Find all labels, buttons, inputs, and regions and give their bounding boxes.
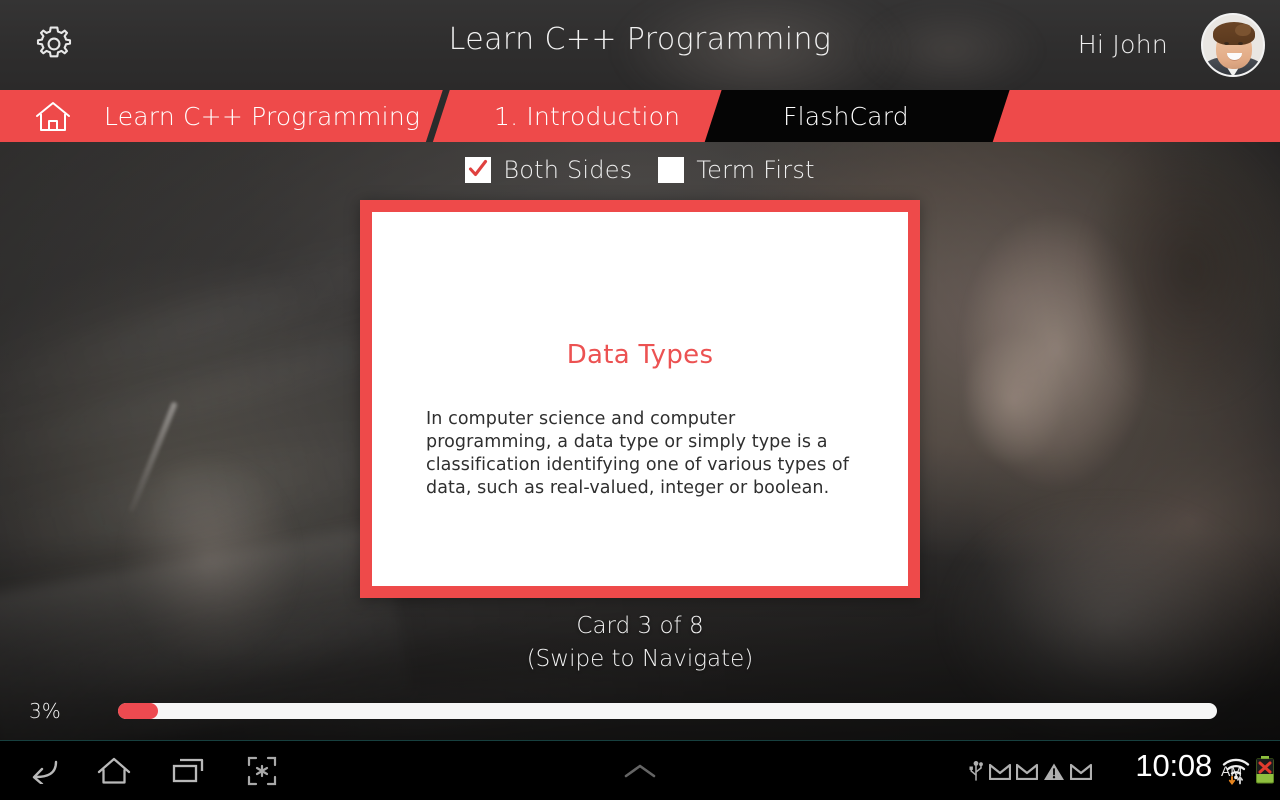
avatar[interactable] — [1201, 13, 1265, 77]
avatar-eye — [1224, 42, 1229, 45]
avatar-hair — [1213, 22, 1255, 45]
check-icon — [469, 159, 488, 177]
app-header: Learn C++ Programming Hi John — [0, 0, 1280, 90]
screenshot-icon — [247, 756, 277, 786]
option-term-first[interactable]: Term First — [658, 156, 814, 184]
android-navigation-bar: 10:08 AM — [0, 740, 1280, 800]
screenshot-button[interactable] — [234, 751, 290, 791]
status-right-icons — [1221, 755, 1276, 785]
breadcrumb: Learn C++ Programming 1. Introduction Fl… — [0, 90, 1280, 142]
recent-apps-button[interactable] — [160, 751, 216, 791]
flashcard-term: Data Types — [566, 340, 714, 370]
progress-bar-fill — [118, 703, 158, 719]
breadcrumb-home-button[interactable] — [30, 99, 76, 135]
gmail-icon — [1070, 763, 1092, 780]
flashcard[interactable]: Data Types In computer science and compu… — [360, 200, 920, 598]
flashcard-definition: In computer science and computer program… — [426, 409, 849, 498]
status-notification-icons — [968, 757, 1092, 785]
progress-percent-label: 3% — [29, 699, 61, 723]
wifi-icon — [1222, 758, 1250, 785]
option-label-term-first: Term First — [696, 156, 815, 184]
gmail-icon — [989, 763, 1011, 780]
card-counter: Card 3 of 8 — [576, 613, 704, 639]
flashcard-inner: Data Types In computer science and compu… — [372, 212, 908, 586]
app-root: Learn C++ Programming Hi John Learn C++ … — [0, 0, 1280, 800]
gmail-icon — [1016, 763, 1038, 780]
checkbox-term-first[interactable] — [658, 157, 685, 183]
expand-handle[interactable] — [612, 757, 668, 785]
recents-icon — [172, 758, 204, 783]
breadcrumb-separator — [423, 90, 452, 142]
avatar-eye — [1238, 42, 1243, 45]
breadcrumb-item-flashcard: FlashCard — [783, 101, 909, 131]
chevron-up-icon — [624, 764, 656, 778]
back-button[interactable] — [14, 751, 70, 791]
status-clock: 10:08 — [1135, 748, 1212, 783]
breadcrumb-item-course[interactable]: Learn C++ Programming — [104, 90, 420, 142]
usb-icon — [969, 761, 983, 781]
user-greeting: Hi John — [1077, 30, 1168, 59]
breadcrumb-item-chapter[interactable]: 1. Introduction — [494, 90, 680, 142]
progress-bar[interactable] — [118, 703, 1217, 719]
checkbox-both-sides[interactable] — [465, 157, 492, 183]
flashcard-navigation-hint: Card 3 of 8 (Swipe to Navigate) — [0, 610, 1280, 676]
course-progress: 3% — [0, 692, 1280, 732]
option-both-sides[interactable]: Both Sides — [465, 156, 632, 184]
home-icon — [36, 102, 70, 131]
back-icon — [32, 760, 58, 784]
warning-icon — [1044, 763, 1064, 780]
battery-error-icon — [1256, 756, 1274, 784]
home-icon — [97, 757, 131, 784]
swipe-hint: (Swipe to Navigate) — [526, 646, 754, 672]
home-button[interactable] — [86, 751, 142, 791]
flashcard-mode-options: Both Sides Term First — [0, 156, 1280, 184]
option-label-both-sides: Both Sides — [503, 156, 633, 184]
